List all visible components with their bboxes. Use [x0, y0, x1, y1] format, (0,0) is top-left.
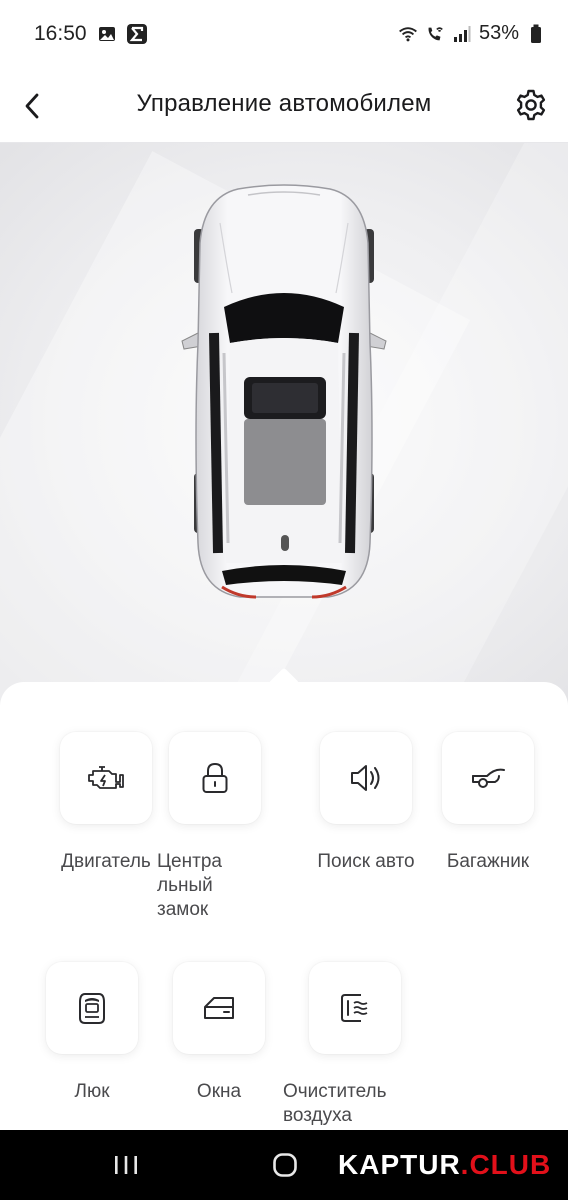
home-icon	[273, 1153, 297, 1177]
windows-tile[interactable]	[173, 962, 265, 1054]
engine-control[interactable]: Двигатель	[46, 732, 166, 874]
gallery-notification-icon	[97, 24, 117, 44]
central-lock-label: Центра льный замок	[157, 851, 222, 920]
watermark-club: CLUB	[469, 1149, 552, 1180]
car-top-view-image	[181, 184, 387, 599]
window-icon	[204, 997, 234, 1019]
trunk-tile[interactable]	[442, 732, 534, 824]
kaptur-club-watermark: KAPTUR. CLUB	[338, 1148, 551, 1182]
sigma-notification-icon	[126, 24, 147, 44]
recent-apps-button[interactable]	[112, 1154, 140, 1176]
signal-icon	[452, 24, 472, 44]
air-purifier-tile[interactable]	[309, 962, 401, 1054]
sunroof-control[interactable]: Люк	[46, 962, 138, 1104]
trunk-icon	[472, 768, 505, 788]
trunk-label: Багажник	[446, 851, 530, 872]
speaker-icon	[351, 765, 380, 791]
air-purifier-control[interactable]: Очиститель воздуха	[283, 962, 413, 1128]
windows-control[interactable]: Окна	[173, 962, 265, 1104]
controls-panel: Двигатель Центра льный замок Поиск авто	[0, 667, 568, 1130]
find-car-control[interactable]: Поиск авто	[301, 732, 431, 874]
watermark-brand: KAPTUR	[338, 1149, 461, 1180]
gear-icon	[516, 89, 546, 121]
page-title: Управление автомобилем	[136, 90, 432, 117]
air-purifier-label: Очиститель воздуха	[283, 1081, 387, 1126]
wifi-calling-icon	[425, 24, 445, 44]
battery-percent: 53%	[478, 22, 519, 44]
central-lock-control[interactable]: Центра льный замок	[157, 732, 261, 922]
engine-icon	[88, 766, 124, 789]
wifi-icon	[398, 24, 418, 44]
find-car-label: Поиск авто	[317, 851, 415, 872]
settings-button[interactable]	[508, 82, 554, 128]
central-lock-tile[interactable]	[169, 732, 261, 824]
lock-icon	[202, 762, 228, 793]
engine-tile[interactable]	[60, 732, 152, 824]
status-time: 16:50	[34, 22, 87, 45]
car-view	[0, 143, 568, 703]
system-navigation-bar: KAPTUR. CLUB	[0, 1130, 568, 1200]
sunroof-label: Люк	[74, 1081, 110, 1102]
engine-label: Двигатель	[61, 851, 151, 872]
trunk-control[interactable]: Багажник	[428, 732, 548, 874]
home-button[interactable]	[272, 1152, 298, 1178]
battery-icon	[526, 24, 546, 44]
sunroof-icon	[79, 993, 105, 1024]
recent-apps-icon	[115, 1156, 137, 1174]
watermark-dot: .	[460, 1149, 470, 1180]
find-car-tile[interactable]	[320, 732, 412, 824]
status-bar: 16:50 53%	[0, 0, 568, 70]
app-bar: Управление автомобилем	[0, 70, 568, 143]
sunroof-tile[interactable]	[46, 962, 138, 1054]
air-purifier-icon	[341, 994, 368, 1022]
windows-label: Окна	[196, 1081, 242, 1102]
